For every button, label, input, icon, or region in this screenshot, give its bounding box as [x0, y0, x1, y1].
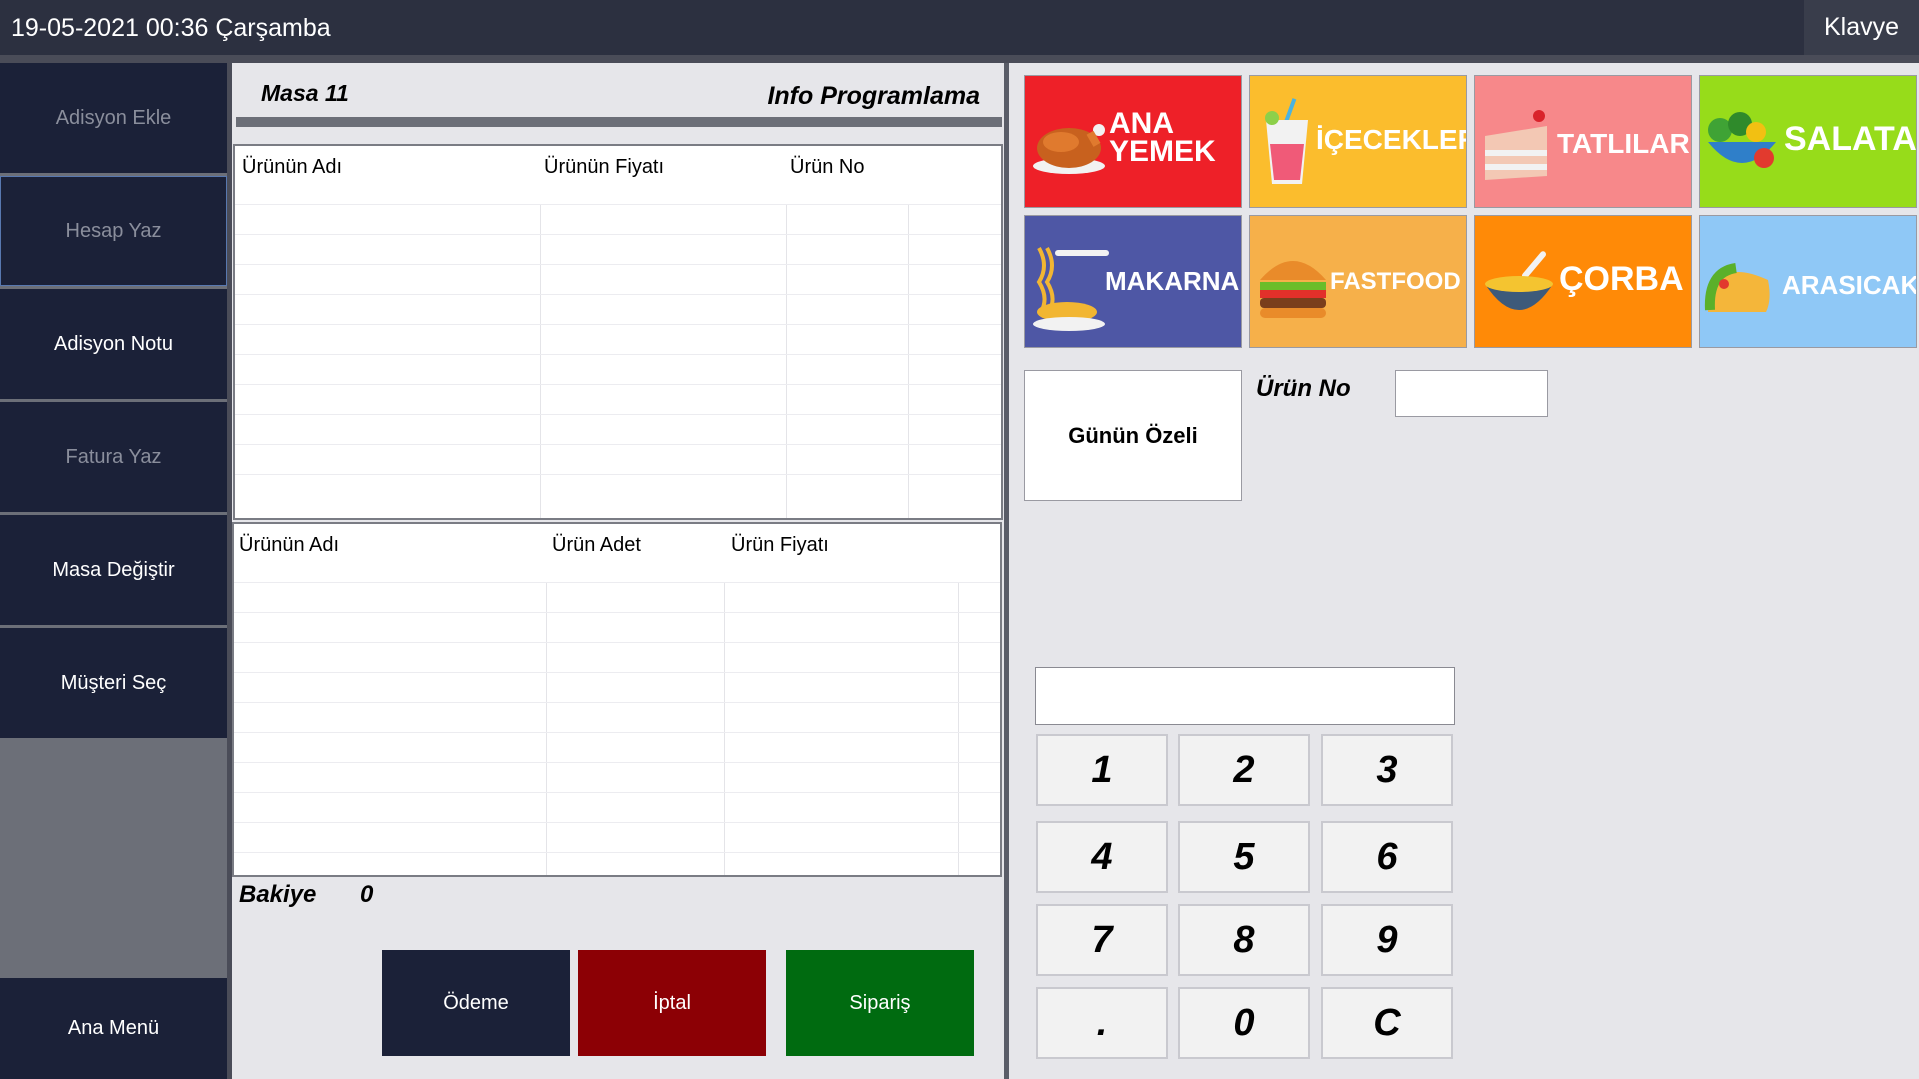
- order-panel: Masa 11 Info Programlama Ürünün Adı Ürün…: [232, 63, 1004, 1079]
- table-name: Masa 11: [261, 80, 349, 106]
- soup-icon: [1485, 251, 1553, 310]
- datetime-label: 19-05-2021 00:36 Çarşamba: [11, 14, 331, 42]
- keypad-key-8[interactable]: 8: [1178, 904, 1310, 976]
- keypad-key-6[interactable]: 6: [1321, 821, 1453, 893]
- keypad-key-7[interactable]: 7: [1036, 904, 1168, 976]
- keypad-key-2[interactable]: 2: [1178, 734, 1310, 806]
- balance-label: Bakiye: [239, 881, 317, 908]
- keypad-key-9[interactable]: 9: [1321, 904, 1453, 976]
- sidebar: Adisyon Ekle Hesap Yaz Adisyon Notu Fatu…: [0, 63, 227, 1079]
- main-menu-button[interactable]: Ana Menü: [0, 978, 227, 1079]
- column-header[interactable]: Ürünün Fiyatı: [544, 156, 664, 179]
- keypad-key-0[interactable]: 0: [1178, 987, 1310, 1059]
- info-bar: Masa 11 Info Programlama: [236, 64, 1002, 127]
- category-hot-snacks[interactable]: ARASICAK: [1699, 215, 1917, 348]
- category-main-dish[interactable]: ANA YEMEK: [1024, 75, 1242, 208]
- write-bill-button[interactable]: Hesap Yaz: [0, 176, 227, 286]
- order-button[interactable]: Sipariş: [786, 950, 974, 1056]
- noodles-icon: [1033, 247, 1109, 331]
- category-salad[interactable]: SALATA: [1699, 75, 1917, 208]
- column-header[interactable]: Ürün Fiyatı: [731, 534, 829, 557]
- balance-value: 0: [360, 881, 374, 908]
- category-desserts[interactable]: TATLILAR: [1474, 75, 1692, 208]
- column-header[interactable]: Ürün No: [790, 156, 864, 179]
- change-table-button[interactable]: Masa Değiştir: [0, 515, 227, 625]
- category-label: ANA YEMEK: [1109, 107, 1216, 168]
- product-no-input[interactable]: [1395, 370, 1548, 417]
- category-fastfood[interactable]: FASTFOOD: [1249, 215, 1467, 348]
- drink-icon: [1265, 98, 1308, 184]
- category-label: ARASICAK: [1782, 270, 1917, 300]
- keypad-key-1[interactable]: 1: [1036, 734, 1168, 806]
- category-soup[interactable]: ÇORBA: [1474, 215, 1692, 348]
- category-label: İÇECEKLER: [1316, 124, 1467, 155]
- burger-icon: [1260, 261, 1326, 318]
- company-name: Info Programlama: [767, 82, 980, 110]
- keyboard-button[interactable]: Klavye: [1804, 0, 1919, 55]
- write-invoice-button[interactable]: Fatura Yaz: [0, 402, 227, 512]
- category-label: FASTFOOD: [1330, 268, 1461, 295]
- salad-icon: [1708, 112, 1776, 168]
- order-grid[interactable]: Ürünün Adı Ürün Adet Ürün Fiyatı: [232, 522, 1002, 877]
- category-label: SALATA: [1784, 120, 1917, 158]
- select-customer-button[interactable]: Müşteri Seç: [0, 628, 227, 738]
- keypad-key-5[interactable]: 5: [1178, 821, 1310, 893]
- column-header[interactable]: Ürün Adet: [552, 534, 641, 557]
- keypad-key-4[interactable]: 4: [1036, 821, 1168, 893]
- category-pasta[interactable]: MAKARNA: [1024, 215, 1242, 348]
- roast-chicken-icon: [1033, 124, 1105, 174]
- order-grid-header: Ürünün Adı Ürün Adet Ürün Fiyatı: [234, 524, 1000, 582]
- column-header[interactable]: Ürünün Adı: [239, 534, 339, 557]
- products-grid[interactable]: Ürünün Adı Ürünün Fiyatı Ürün No: [233, 144, 1003, 520]
- receipt-note-button[interactable]: Adisyon Notu: [0, 289, 227, 399]
- products-grid-header: Ürünün Adı Ürünün Fiyatı Ürün No: [235, 146, 1001, 204]
- keypad-display[interactable]: [1035, 667, 1455, 725]
- category-label: ÇORBA: [1559, 260, 1684, 298]
- daily-special-button[interactable]: Günün Özeli: [1024, 370, 1242, 501]
- category-drinks[interactable]: İÇECEKLER: [1249, 75, 1467, 208]
- cancel-button[interactable]: İptal: [578, 950, 766, 1056]
- add-receipt-button[interactable]: Adisyon Ekle: [0, 63, 227, 173]
- taco-icon: [1704, 263, 1770, 312]
- keypad-key-dot[interactable]: .: [1036, 987, 1168, 1059]
- keypad-key-clear[interactable]: C: [1321, 987, 1453, 1059]
- product-no-label: Ürün No: [1256, 375, 1351, 402]
- category-label: TATLILAR: [1557, 128, 1690, 159]
- menu-panel: ANA YEMEK İÇECEKLER TATLILAR SALATA MAKA…: [1009, 63, 1919, 1079]
- payment-button[interactable]: Ödeme: [382, 950, 570, 1056]
- category-label: MAKARNA: [1105, 266, 1240, 296]
- cake-icon: [1485, 110, 1547, 180]
- column-header[interactable]: Ürünün Adı: [242, 156, 342, 179]
- keypad-key-3[interactable]: 3: [1321, 734, 1453, 806]
- top-bar: 19-05-2021 00:36 Çarşamba Klavye: [0, 0, 1919, 55]
